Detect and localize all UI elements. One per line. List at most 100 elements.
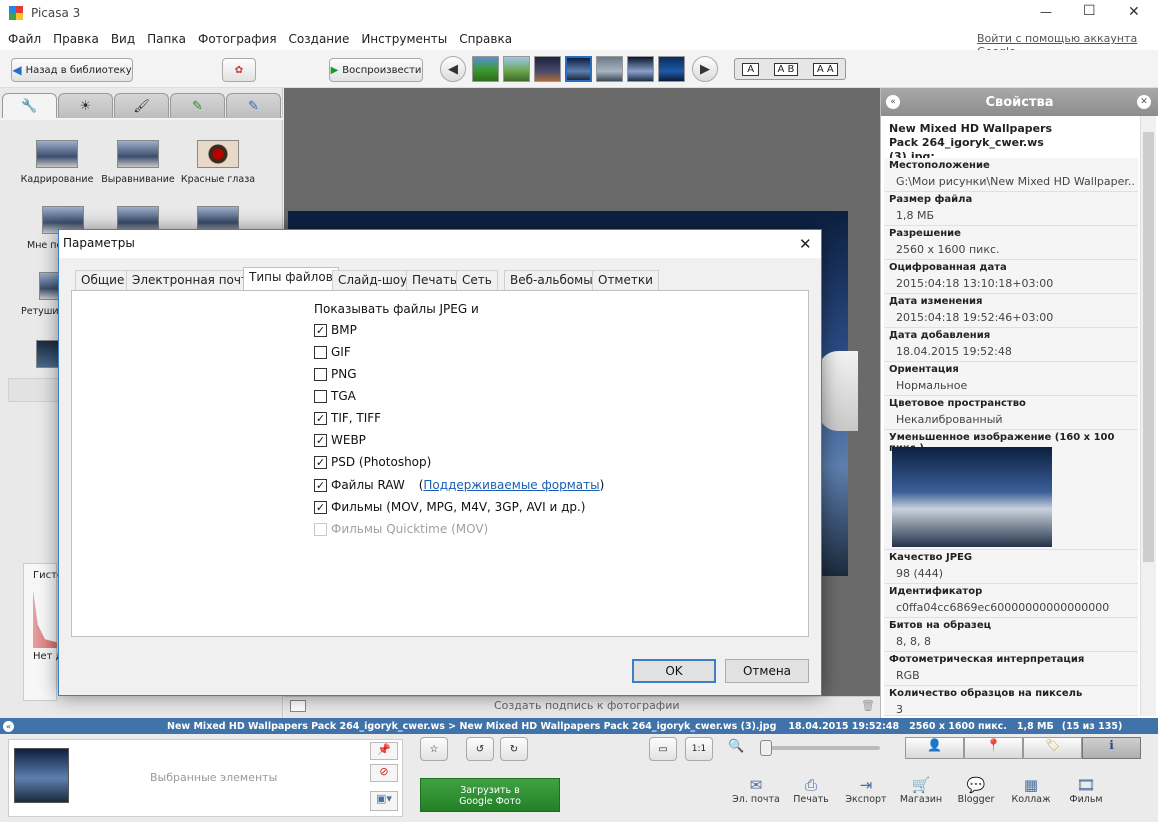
back-to-library-button[interactable]: ◀ Назад в библиотеку xyxy=(11,58,133,82)
menu-view[interactable]: Вид xyxy=(105,29,141,49)
tab-effects-2[interactable]: ✎ xyxy=(170,93,225,119)
tab-email[interactable]: Электронная почта xyxy=(126,270,262,290)
checkbox-movies[interactable]: ✓ Фильмы (MOV, MPG, M4V, 3GP, AVI и др.) xyxy=(314,497,586,517)
checkbox-tiff[interactable]: ✓ TIF, TIFF xyxy=(314,408,381,428)
tool-lucky-label: Мне по xyxy=(27,240,63,251)
checkbox-box[interactable] xyxy=(314,367,327,381)
expand-icon[interactable]: « xyxy=(3,720,14,732)
file-types-panel xyxy=(71,290,809,637)
action-print[interactable]: ⎙ Печать xyxy=(786,776,836,805)
checkbox-raw[interactable]: ✓ Файлы RAW (Поддерживаемые форматы) xyxy=(314,475,604,495)
tab-file-types[interactable]: Типы файлов xyxy=(243,267,339,291)
filmstrip-thumb[interactable] xyxy=(503,56,530,82)
properties-thumbnail xyxy=(892,447,1052,547)
filmstrip-thumb-selected[interactable] xyxy=(565,56,592,82)
tool-redeye[interactable]: Красные глаза xyxy=(176,140,260,185)
upload-google-photos-button[interactable]: Загрузить в Google Фото xyxy=(420,778,560,812)
tab-web-albums[interactable]: Веб-альбомы xyxy=(504,270,599,290)
star-button[interactable]: ☆ xyxy=(420,737,448,761)
close-panel-icon[interactable]: ✕ xyxy=(1137,95,1151,109)
action-collage[interactable]: ▦ Коллаж xyxy=(1006,776,1056,805)
action-shop[interactable]: 🛒 Магазин xyxy=(896,776,946,805)
checkbox-box[interactable]: ✓ xyxy=(314,433,327,447)
action-blogger[interactable]: 💬 Blogger xyxy=(951,776,1001,805)
checkbox-box[interactable]: ✓ xyxy=(314,411,327,425)
checkbox-box[interactable] xyxy=(314,345,327,359)
prev-photo-button[interactable]: ◀ xyxy=(440,56,466,82)
filmstrip-thumb[interactable] xyxy=(658,56,685,82)
info-toggle[interactable]: ℹ xyxy=(1082,737,1141,759)
checkbox-png[interactable]: PNG xyxy=(314,364,357,384)
checkbox-bmp[interactable]: ✓ BMP xyxy=(314,320,357,340)
checkbox-psd[interactable]: ✓ PSD (Photoshop) xyxy=(314,452,431,472)
tab-network[interactable]: Сеть xyxy=(456,270,498,290)
tab-tags[interactable]: Отметки xyxy=(592,270,659,290)
checkbox-box[interactable] xyxy=(314,389,327,403)
tab-tuning[interactable]: ☀ xyxy=(58,93,113,119)
checkbox-box[interactable]: ✓ xyxy=(314,500,327,514)
menu-tools[interactable]: Инструменты xyxy=(355,29,453,49)
collage-icon: ▦ xyxy=(1023,776,1039,794)
filmstrip-thumb[interactable] xyxy=(534,56,561,82)
menu-help[interactable]: Справка xyxy=(453,29,518,49)
play-slideshow-button[interactable]: ▶ Воспроизвести xyxy=(329,58,423,82)
trash-icon[interactable]: 🗑 xyxy=(861,699,875,712)
rotate-left-button[interactable]: ↺ xyxy=(466,737,494,761)
tab-basic-fixes[interactable]: 🔧 xyxy=(2,93,57,119)
menu-photo[interactable]: Фотография xyxy=(192,29,283,49)
filmstrip-thumb[interactable] xyxy=(472,56,499,82)
menu-edit[interactable]: Правка xyxy=(47,29,105,49)
properties-scrollbar[interactable] xyxy=(1140,116,1156,716)
prop-row: Идентификатор c0ffa04cc6869ec600000000000… xyxy=(884,584,1138,618)
gift-button[interactable]: ✿ xyxy=(222,58,256,82)
caption-mode-aa[interactable]: A A xyxy=(812,62,838,76)
checkbox-gif[interactable]: GIF xyxy=(314,342,351,362)
checkbox-box[interactable]: ✓ xyxy=(314,455,327,469)
tab-effects-1[interactable]: 🖌 xyxy=(114,93,169,119)
ok-button[interactable]: OK xyxy=(632,659,716,683)
zoom-slider-handle[interactable] xyxy=(760,740,772,756)
minimize-button[interactable]: — xyxy=(1040,5,1052,19)
caption-mode-ab[interactable]: A B xyxy=(773,62,799,76)
filmstrip-thumb[interactable] xyxy=(596,56,623,82)
filmstrip-thumb[interactable] xyxy=(627,56,654,82)
selected-items-label: Выбранные элементы xyxy=(150,771,278,784)
fit-button[interactable]: ▭ xyxy=(649,737,677,761)
checkbox-tga[interactable]: TGA xyxy=(314,386,356,406)
menu-create[interactable]: Создание xyxy=(283,29,356,49)
people-toggle[interactable]: 👤 xyxy=(905,737,964,759)
tab-general[interactable]: Общие xyxy=(75,270,131,290)
pin-icon[interactable]: 📌 xyxy=(370,742,398,760)
checkbox-box[interactable]: ✓ xyxy=(314,478,327,492)
menu-file[interactable]: Файл xyxy=(2,29,47,49)
close-button[interactable]: ✕ xyxy=(1128,4,1140,20)
zoom-slider[interactable] xyxy=(760,740,880,756)
caption-placeholder[interactable]: Создать подпись к фотографии xyxy=(494,699,680,712)
actual-size-button[interactable]: 1:1 xyxy=(685,737,713,761)
dialog-close-icon[interactable]: ✕ xyxy=(799,235,812,253)
next-photo-button[interactable]: ▶ xyxy=(692,56,718,82)
tab-slideshow[interactable]: Слайд-шоу xyxy=(332,270,414,290)
selection-thumbnail[interactable] xyxy=(14,748,69,803)
places-toggle[interactable]: 📍 xyxy=(964,737,1023,759)
checkbox-webp[interactable]: ✓ WEBP xyxy=(314,430,366,450)
cancel-button[interactable]: Отмена xyxy=(725,659,809,683)
action-email[interactable]: ✉ Эл. почта xyxy=(731,776,781,805)
album-icon[interactable]: ▣▾ xyxy=(370,791,398,811)
supported-formats-link[interactable]: Поддерживаемые форматы xyxy=(423,478,599,492)
action-movie[interactable]: 🎞 Фильм xyxy=(1061,776,1111,805)
collapse-panel-icon[interactable]: « xyxy=(886,95,900,109)
tab-print[interactable]: Печать xyxy=(406,270,463,290)
checkbox-box[interactable]: ✓ xyxy=(314,323,327,337)
menu-folder[interactable]: Папка xyxy=(141,29,192,49)
clear-icon[interactable]: ⊘ xyxy=(370,764,398,782)
action-export[interactable]: ⇥ Экспорт xyxy=(841,776,891,805)
maximize-button[interactable]: ☐ xyxy=(1083,3,1096,19)
tool-straighten[interactable]: Выравнивание xyxy=(96,140,180,185)
tool-crop[interactable]: Кадрирование xyxy=(15,140,99,185)
rotate-right-button[interactable]: ↻ xyxy=(500,737,528,761)
scrollbar-thumb[interactable] xyxy=(1143,132,1154,562)
tab-effects-3[interactable]: ✎ xyxy=(226,93,281,119)
tags-toggle[interactable]: 🏷 xyxy=(1023,737,1082,759)
caption-mode-a[interactable]: A xyxy=(742,62,760,76)
